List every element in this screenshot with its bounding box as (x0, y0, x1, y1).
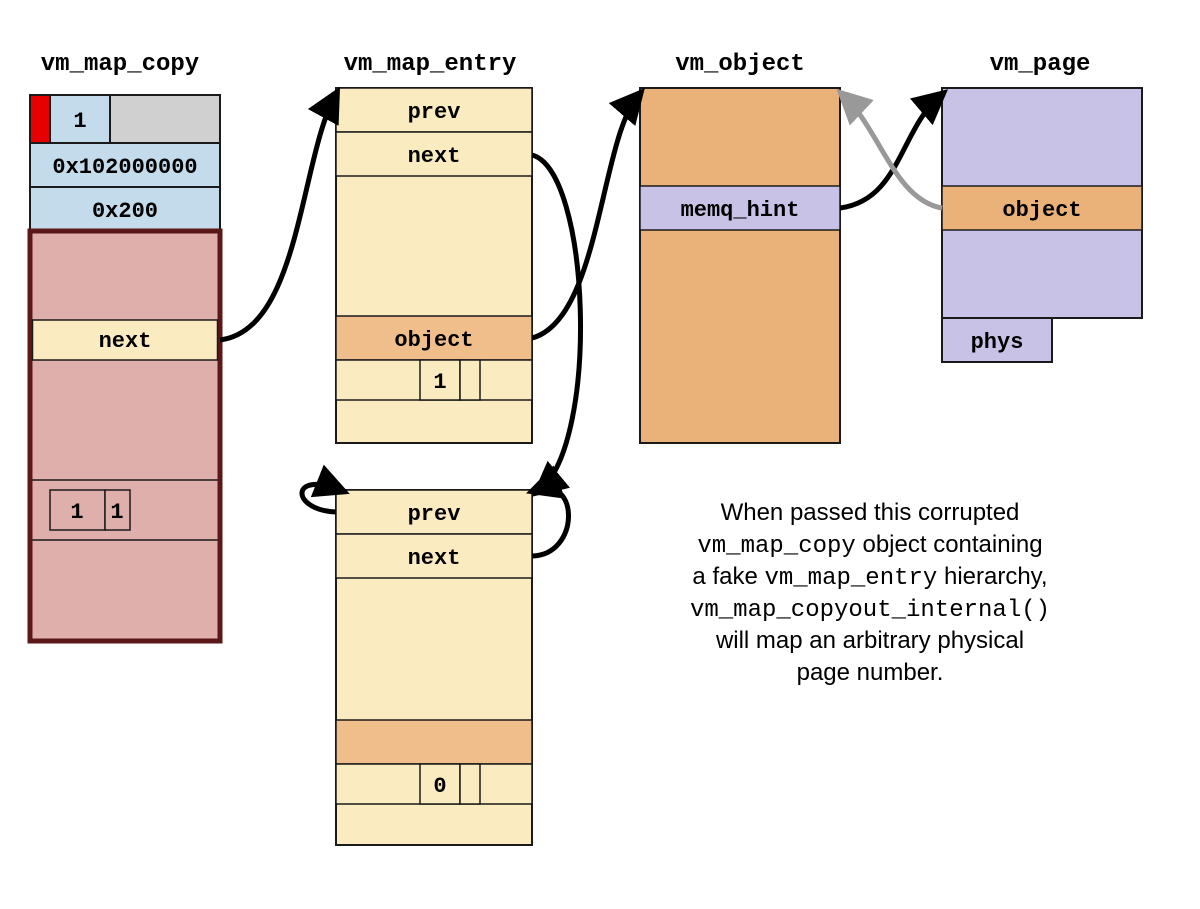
entry1-flag: 1 (433, 370, 446, 395)
arrow-entry2-next-self (532, 488, 569, 556)
vm-map-copy-addr: 0x102000000 (52, 155, 197, 180)
vm-map-entry-2: prev next 0 (336, 490, 532, 845)
vm-page-object: object (1002, 198, 1081, 223)
vm-map-copy-redflag (30, 95, 50, 143)
vm-map-copy-type: 1 (73, 109, 86, 134)
vm-map-copy-flag-b: 1 (110, 500, 123, 525)
svg-text:vm_map_copy object containing: vm_map_copy object containing (697, 531, 1042, 560)
entry1-next: next (408, 144, 461, 169)
title-vm-map-copy: vm_map_copy (41, 51, 199, 78)
vm-map-copy-size: 0x200 (92, 199, 158, 224)
vm-map-copy-struct: 1 0x102000000 0x200 next 1 1 (30, 95, 220, 641)
caption-l3b: vm_map_entry (764, 565, 937, 592)
entry1-prev: prev (408, 100, 461, 125)
entry2-prev: prev (408, 502, 461, 527)
vm-object-memq: memq_hint (681, 198, 800, 223)
entry1-object: object (394, 328, 473, 353)
entry2-next: next (408, 546, 461, 571)
arrow-memq-to-vmpage (840, 96, 940, 208)
svg-text:a fake vm_map_entry hierarchy,: a fake vm_map_entry hierarchy, (692, 563, 1047, 592)
svg-text:When passed this corrupted: When passed this corrupted (721, 499, 1020, 526)
vm-map-copy-pad (110, 95, 220, 143)
title-vm-map-entry: vm_map_entry (344, 51, 517, 78)
arrow-copy-to-entry1 (220, 96, 335, 340)
caption-l2b: object containing (856, 531, 1043, 558)
vm-map-copy-next: next (99, 329, 152, 354)
caption-l3a: a fake (692, 563, 764, 590)
diagram-root: vm_map_copy vm_map_entry vm_object vm_pa… (0, 0, 1200, 909)
title-vm-object: vm_object (675, 51, 805, 78)
arrow-entry2-prev-self (302, 484, 340, 512)
title-vm-page: vm_page (990, 51, 1091, 78)
caption-l4: vm_map_copyout_internal() (690, 597, 1050, 624)
vm-map-entry-1: prev next object 1 (336, 88, 532, 443)
svg-text:page number.: page number. (797, 659, 944, 686)
vm-page-struct: object phys (942, 88, 1142, 362)
vm-object-struct: memq_hint (640, 88, 840, 443)
vm-map-copy-header (30, 231, 220, 641)
arrow-entry1-object-to-vmobject (532, 96, 638, 338)
caption-l6: page number. (797, 659, 944, 686)
svg-text:will map an arbitrary physical: will map an arbitrary physical (715, 627, 1024, 654)
caption-l5: will map an arbitrary physical (715, 627, 1024, 654)
caption-l2a: vm_map_copy (697, 533, 855, 560)
vm-page-phys: phys (971, 330, 1024, 355)
svg-text:vm_map_copyout_internal(): vm_map_copyout_internal() (690, 597, 1050, 624)
caption: When passed this corrupted vm_map_copy o… (690, 499, 1050, 686)
caption-l3c: hierarchy, (937, 563, 1047, 590)
caption-l1: When passed this corrupted (721, 499, 1020, 526)
entry2-flag: 0 (433, 774, 446, 799)
vm-map-copy-flag-a: 1 (70, 500, 83, 525)
